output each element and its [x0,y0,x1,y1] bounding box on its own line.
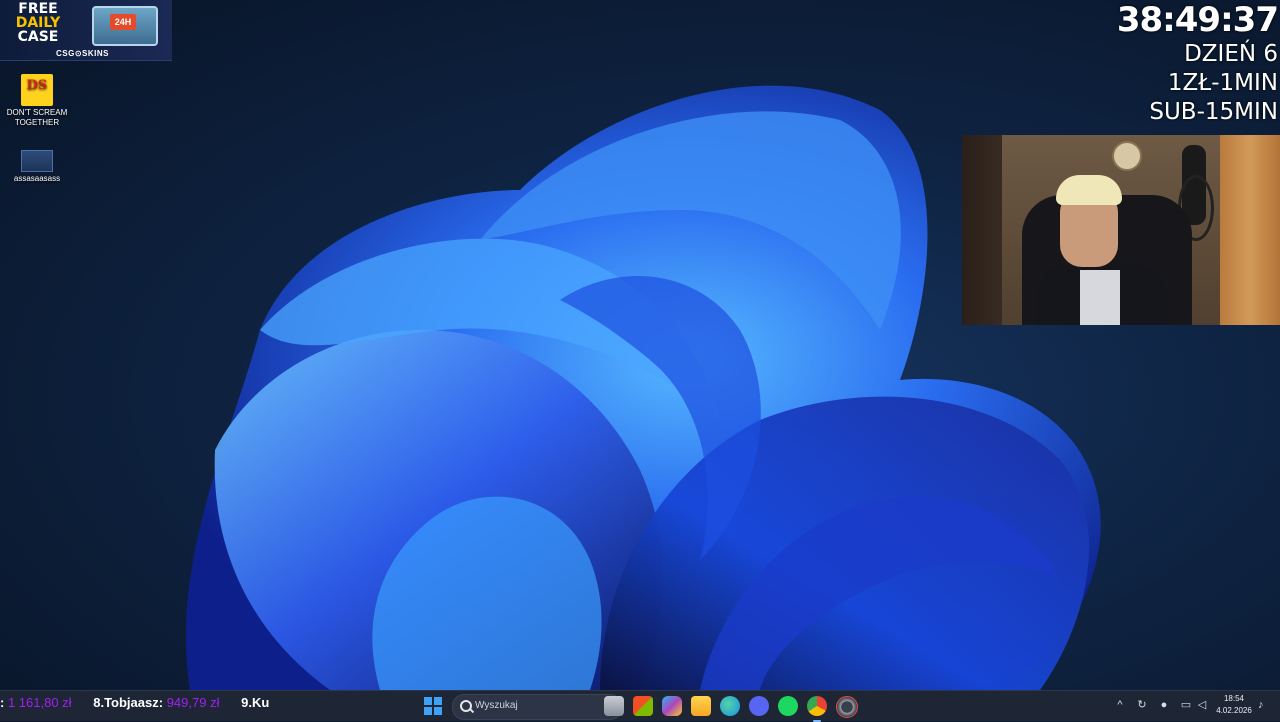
ticker-rank: 8. [93,695,105,710]
promo-line-3: CASE [17,29,59,45]
taskbar-search[interactable]: Wyszukaj [452,694,622,720]
promo-line-2: DAILY [15,15,61,31]
start-button[interactable] [424,697,442,715]
search-placeholder: Wyszukaj [475,700,518,711]
overlay-sub: SUB-15MIN [1149,99,1278,125]
taskbar-clock[interactable]: 18:54 4.02.2026 [1214,693,1254,717]
desktop-icon-dont-scream-together[interactable]: DS DON'T SCREAM TOGETHER [0,74,74,128]
chevron-up-icon[interactable]: ^ [1114,699,1126,711]
microphone-icon[interactable]: ● [1158,699,1170,711]
case-crate-icon: 24H [92,6,158,46]
ticker-amount: 949,79 zł [166,695,220,710]
chrome-icon[interactable] [807,696,827,722]
copilot-icon[interactable] [662,696,682,716]
ticker-name: Ku [251,695,270,710]
desktop-icon-label: DON'T SCREAM TOGETHER [6,108,68,127]
desktop-icon-label: assasaasass [13,174,61,183]
promo-banner[interactable]: FREE DAILY CASE 24H CSG⊙SKINS [0,0,172,61]
store-icon[interactable] [633,696,653,716]
clock-date: 4.02.2026 [1216,706,1252,715]
donation-ticker: : 1 161,80 zł 8.Tobjaasz: 949,79 zł 9.Ku [0,691,292,721]
spotify-icon[interactable] [778,696,798,716]
discord-icon[interactable] [749,696,769,716]
desktop-icon-assasaasass[interactable]: assasaasass [0,150,74,184]
volume-icon[interactable]: ◁ [1196,699,1208,711]
file-explorer-icon[interactable] [691,696,711,716]
promo-line-1: FREE [18,1,58,17]
sync-icon[interactable]: ↻ [1136,699,1148,711]
subathon-timer: 38:49:37 [1116,0,1279,40]
stream-overlay: 38:49:37 DZIEŃ 6 1ZŁ-1MIN SUB-15MIN [1116,0,1279,127]
desktop-wallpaper [186,85,1101,690]
network-icon[interactable]: ▭ [1180,699,1192,711]
overlay-day: DZIEŃ 6 [1184,41,1278,67]
wall-clock-icon [1112,141,1142,171]
search-icon [460,700,472,712]
ticker-name: Tobjaasz: [104,695,164,710]
settings-icon[interactable] [836,696,858,718]
taskbar: : 1 161,80 zł 8.Tobjaasz: 949,79 zł 9.Ku… [0,690,1280,722]
clock-time: 18:54 [1223,694,1245,703]
webcam-feed [962,135,1280,325]
ticker-separator: : [0,695,8,710]
notification-bell-icon[interactable]: ♪ [1258,699,1268,711]
promo-title: FREE DAILY CASE [10,2,66,44]
dont-scream-together-icon: DS [21,74,53,106]
task-view-icon[interactable] [604,696,624,716]
file-icon [21,150,53,172]
edge-icon[interactable] [720,696,740,716]
promo-badge: 24H [110,14,136,30]
ticker-rank: 9. [241,695,252,710]
overlay-rate: 1ZŁ-1MIN [1167,70,1278,96]
ticker-amount: 1 161,80 zł [7,695,72,710]
promo-brand: CSG⊙SKINS [56,49,109,58]
